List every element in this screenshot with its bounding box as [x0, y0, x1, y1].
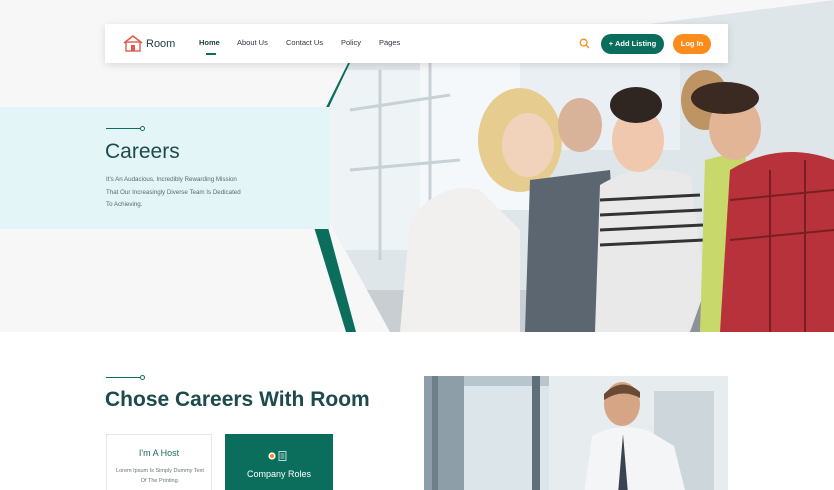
roles-icon	[268, 451, 287, 461]
logo-text: Room	[146, 37, 176, 50]
section-accent-line	[106, 377, 142, 378]
nav-link-pages[interactable]: Pages	[379, 38, 400, 47]
company-roles-card[interactable]: Company Roles	[225, 434, 333, 490]
office-man-photo	[424, 376, 728, 490]
section-accent-dot	[140, 375, 145, 380]
main-navbar: Room Home About Us Contact Us Policy Pag…	[105, 24, 728, 63]
host-card-title: I'm A Host	[138, 448, 180, 458]
section-title: Chose Careers With Room	[105, 388, 370, 411]
nav-link-policy[interactable]: Policy	[341, 38, 361, 47]
nav-link-about-us[interactable]: About Us	[237, 38, 268, 47]
company-roles-card-title: Company Roles	[246, 469, 312, 479]
host-card-description: Lorem Ipsum Is Simply Dummy Text Of The …	[116, 468, 204, 484]
add-listing-button[interactable]: + Add Listing	[601, 34, 664, 54]
nav-link-home[interactable]: Home	[199, 38, 220, 47]
hero-section: Careers It's An Audacious, Incredibly Re…	[0, 0, 834, 332]
search-icon[interactable]	[579, 38, 590, 49]
hero-description: It's An Audacious, Incredibly Rewarding …	[106, 176, 241, 208]
login-button[interactable]: Log In	[673, 34, 711, 54]
active-nav-indicator	[206, 53, 216, 55]
hero-accent-line	[106, 128, 142, 129]
logo[interactable]: Room	[122, 35, 175, 52]
house-logo-icon	[123, 35, 143, 52]
hero-accent-dot	[140, 126, 145, 131]
nav-link-contact-us[interactable]: Contact Us	[286, 38, 323, 47]
host-card[interactable]: I'm A Host Lorem Ipsum Is Simply Dummy T…	[106, 434, 212, 490]
hero-title: Careers	[105, 140, 180, 163]
